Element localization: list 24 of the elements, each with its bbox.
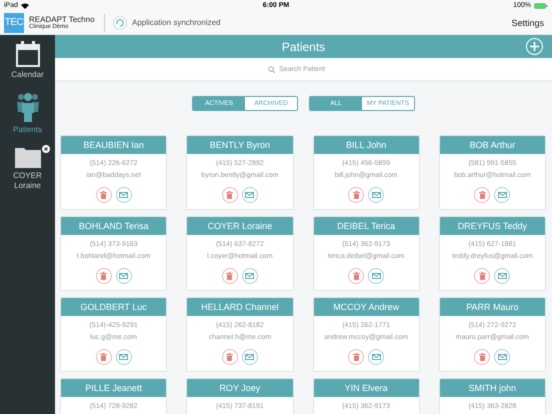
app-logo: TEC bbox=[4, 12, 24, 32]
sidebar-item[interactable]: COYER Loraine bbox=[2, 146, 52, 190]
patient-name[interactable]: PARR Mauro bbox=[440, 298, 545, 316]
patient-name[interactable]: ROY Joey bbox=[187, 379, 292, 397]
patient-name[interactable]: BEAUBIEN Ian bbox=[61, 136, 166, 154]
patient-name[interactable]: MCCOY Andrew bbox=[314, 298, 419, 316]
patient-name[interactable]: SMITH john bbox=[440, 379, 545, 397]
sidebar-item[interactable]: Calendar bbox=[2, 41, 52, 80]
patient-name[interactable]: BOHLAND Terisa bbox=[61, 217, 166, 235]
patient-name[interactable]: HELLARD Channel bbox=[187, 298, 292, 316]
patient-name[interactable]: DREYFUS Teddy bbox=[440, 217, 545, 235]
app-name: READAPT Techno bbox=[29, 15, 96, 24]
patient-name[interactable]: YIN Elvera bbox=[314, 379, 419, 397]
page-title: Patients bbox=[282, 40, 326, 54]
settings-link[interactable]: Settings bbox=[511, 18, 544, 28]
patient-name[interactable]: PILLE Jeanett bbox=[61, 379, 166, 397]
patient-name[interactable]: BENTLY Byron bbox=[187, 136, 292, 154]
sync-status: Application synchronized bbox=[132, 18, 220, 27]
sidebar-item[interactable]: Patients bbox=[2, 92, 52, 134]
patient-name[interactable]: GOLDBERT Luc bbox=[61, 298, 166, 316]
patient-name[interactable]: BOB Arthur bbox=[440, 136, 545, 154]
patient-name[interactable]: COYER Loraine bbox=[187, 217, 292, 235]
patient-name[interactable]: DEIBEL Terica bbox=[314, 217, 419, 235]
patient-name[interactable]: BILL John bbox=[314, 136, 419, 154]
